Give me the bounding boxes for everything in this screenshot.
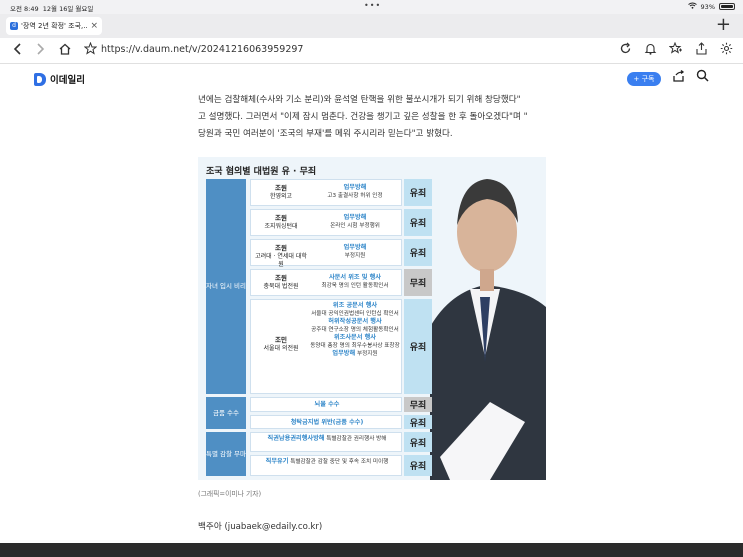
row-charges: 청탁금지법 위반(금품 수수) <box>290 419 364 426</box>
battery-icon <box>719 3 735 10</box>
browser-window: 오전 8:49 12월 16일 월요일 ••• 93% d '장역 2년 확정'… <box>0 0 743 557</box>
article-line-2: 고 설명했다. 그러면서 "이제 잠시 멈춘다. 건강을 챙기고 깊은 성찰을 … <box>198 112 528 122</box>
verdict-badge: 무죄 <box>404 269 432 296</box>
bell-icon[interactable] <box>644 42 657 59</box>
row-charges: 업무방해 부정지원 <box>343 244 367 259</box>
category-inspection: 특별 감찰 무마 <box>206 432 246 476</box>
wifi-icon <box>687 2 697 11</box>
portrait-photo <box>430 157 546 480</box>
bottom-toolbar <box>0 543 743 557</box>
table-row: 조원 조지워싱턴대 업무방해 온라인 시험 부정행위 <box>250 209 402 236</box>
forward-icon[interactable] <box>36 42 46 60</box>
new-tab-button[interactable]: + <box>716 15 731 35</box>
table-row: 직권남용권리행사방해 특별감찰관 권리행사 방해 <box>250 432 402 452</box>
row-person: 조원 조지워싱턴대 <box>264 214 298 230</box>
bookmark-star-icon[interactable] <box>83 41 98 59</box>
status-time-date: 오전 8:49 12월 16일 월요일 <box>10 3 93 13</box>
table-row: 조원 한영외고 업무방해 고3 출결사항 허위 인정 <box>250 179 402 206</box>
back-icon[interactable] <box>12 42 22 60</box>
verdict-infographic[interactable]: 조국 혐의별 대법원 유 · 무죄 ⛶ 자녀 입시 비리 금품 수수 특별 감찰… <box>198 157 546 480</box>
battery-percent: 93% <box>700 2 715 11</box>
toolbar-icons <box>619 41 733 59</box>
table-row: 청탁금지법 위반(금품 수수) <box>250 415 402 429</box>
edaily-logo[interactable]: 이데일리 <box>34 72 85 86</box>
row-person: 조원 충북대 법전원 <box>263 274 299 290</box>
status-right: 93% <box>687 2 735 11</box>
site-brand: 이데일리 <box>50 75 85 86</box>
settings-gear-icon[interactable] <box>720 42 733 59</box>
home-icon[interactable] <box>58 42 72 60</box>
row-person: 조원 고려대 · 연세대 대학원 <box>255 244 307 268</box>
verdict-badge: 유죄 <box>404 415 432 429</box>
reload-icon[interactable] <box>619 42 632 59</box>
close-tab-icon[interactable]: × <box>90 21 98 31</box>
status-date: 12월 16일 월요일 <box>42 5 94 13</box>
site-header: 이데일리 + 구독 <box>0 65 743 93</box>
article-line-3: 당원과 국민 여러분이 '조국의 부재'를 메워 주시리라 믿는다"고 밝혔다. <box>198 129 453 139</box>
table-row: 조원 고려대 · 연세대 대학원 업무방해 부정지원 <box>250 239 402 268</box>
row-charges: 업무방해 고3 출결사항 허위 인정 <box>327 184 383 199</box>
row-charges: 사문서 위조 및 행사 최강욱 명의 인턴 활동확인서 <box>321 274 389 289</box>
category-bribery: 금품 수수 <box>206 397 246 429</box>
row-charges: 업무방해 온라인 시험 부정행위 <box>330 214 380 229</box>
table-row: 직무유기 특별감찰관 감찰 중단 및 후속 조치 미이행 <box>250 455 402 476</box>
verdict-badge: 유죄 <box>404 432 432 452</box>
verdict-badge: 무죄 <box>404 397 432 412</box>
row-person: 조민 서울대 의전원 <box>263 336 299 352</box>
daum-favicon-icon: d <box>10 22 18 30</box>
article-share-icon[interactable] <box>672 69 685 86</box>
share-icon[interactable] <box>695 42 708 59</box>
table-row: 조원 충북대 법전원 사문서 위조 및 행사 최강욱 명의 인턴 활동확인서 <box>250 269 402 296</box>
search-icon[interactable] <box>696 69 709 86</box>
byline[interactable]: 백주아 (juabaek@edaily.co.kr) <box>198 520 322 532</box>
infographic-title: 조국 혐의별 대법원 유 · 무죄 <box>206 167 317 177</box>
table-row: 조민 서울대 의전원 위조 공문서 행사 서울대 공익인권법센터 인턴십 확인서 허… <box>250 299 402 394</box>
verdict-badge: 유죄 <box>404 299 432 394</box>
row-charges: 직권남용권리행사방해 특별감찰관 권리행사 방해 <box>267 435 387 442</box>
verdict-badge: 유죄 <box>404 209 432 236</box>
status-bar: 오전 8:49 12월 16일 월요일 ••• 93% <box>0 0 743 14</box>
row-charges: 직무유기 특별감찰관 감찰 중단 및 후속 조치 미이행 <box>265 458 389 465</box>
url-field[interactable]: https://v.daum.net/v/20241216063959297 <box>101 44 303 55</box>
tab-strip: d '장역 2년 확정' 조국,... × + <box>0 14 743 38</box>
favorites-icon[interactable] <box>668 41 683 59</box>
article-line-1: 년에는 검찰해체(수사와 기소 분리)와 윤석열 탄핵을 위한 불쏘시개가 되기… <box>198 95 521 105</box>
tab-title: '장역 2년 확정' 조국,... <box>21 22 89 30</box>
table-row: 뇌물 수수 <box>250 397 402 412</box>
subscribe-button[interactable]: + 구독 <box>627 72 661 86</box>
row-charges: 위조 공문서 행사 서울대 공익인권법센터 인턴십 확인서 허위작성공문서 행사 공… <box>310 302 400 357</box>
status-time: 오전 8:49 <box>10 5 39 13</box>
tab-active[interactable]: d '장역 2년 확정' 조국,... × <box>6 17 102 35</box>
verdict-badge: 유죄 <box>404 239 432 266</box>
edaily-logo-icon <box>34 72 46 86</box>
multitask-dots-icon[interactable]: ••• <box>364 1 381 10</box>
address-bar: https://v.daum.net/v/20241216063959297 <box>0 38 743 64</box>
verdict-badge: 유죄 <box>404 179 432 206</box>
image-caption: (그래픽=이미나 기자) <box>198 490 262 498</box>
row-charges: 뇌물 수수 <box>314 401 340 408</box>
category-admissions: 자녀 입시 비리 <box>206 179 246 394</box>
row-person: 조원 한영외고 <box>269 184 293 200</box>
verdict-badge: 유죄 <box>404 455 432 476</box>
